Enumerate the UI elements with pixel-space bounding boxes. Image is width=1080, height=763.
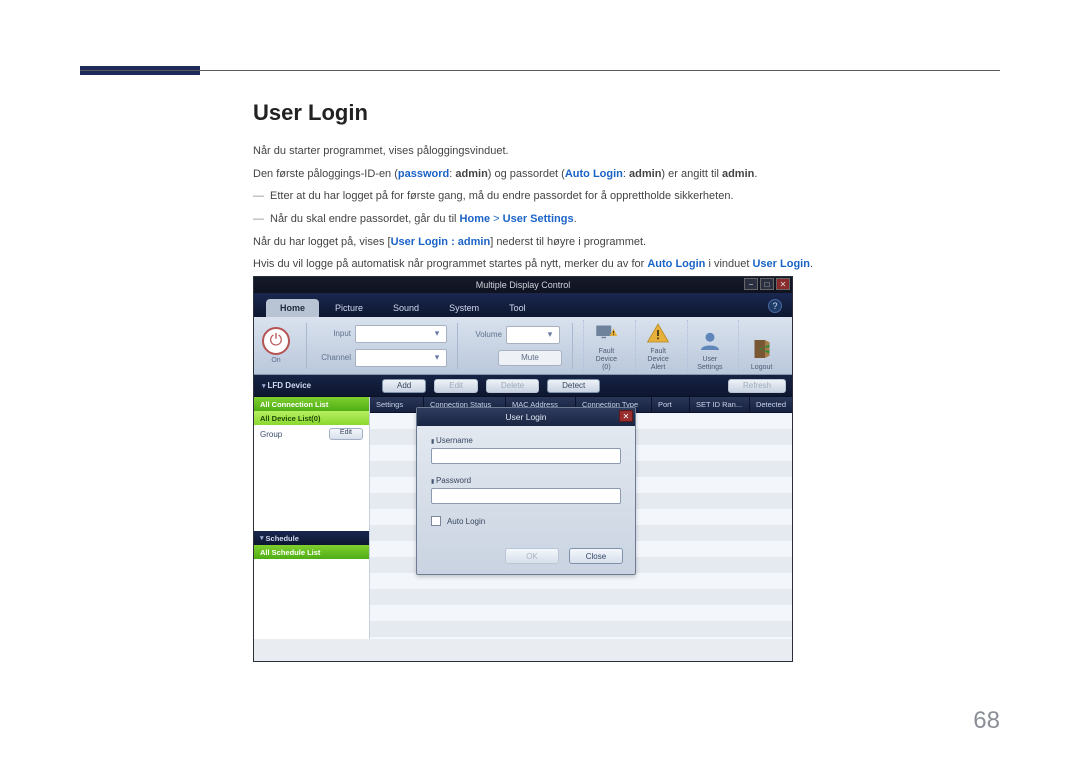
user-login-dialog: User Login ✕ Username Password <box>416 407 636 575</box>
input-label: Input <box>317 329 355 338</box>
lfd-device-header[interactable]: LFD Device <box>254 381 372 390</box>
username-input[interactable] <box>431 448 621 464</box>
power-icon[interactable]: ⏻ <box>262 327 290 355</box>
maximize-button[interactable]: □ <box>760 278 774 290</box>
monitor-warning-icon <box>593 320 619 346</box>
note-path: Når du skal endre passordet, går du til … <box>253 210 813 229</box>
app-screenshot: Multiple Display Control − □ ✕ Home Pict… <box>253 276 793 662</box>
sidebar-all-connection[interactable]: All Connection List <box>254 397 369 411</box>
mute-button[interactable]: Mute <box>498 350 562 366</box>
warning-icon <box>645 320 671 346</box>
power-label: On <box>271 357 280 364</box>
close-button[interactable]: ✕ <box>776 278 790 290</box>
door-icon <box>749 336 775 362</box>
th-detected[interactable]: Detected <box>750 397 792 412</box>
password-label: Password <box>431 476 621 485</box>
help-button[interactable]: ? <box>768 299 782 313</box>
user-icon <box>697 328 723 354</box>
dialog-title: User Login ✕ <box>417 408 635 426</box>
app-title: Multiple Display Control <box>476 280 571 290</box>
username-label: Username <box>431 436 621 445</box>
th-setid[interactable]: SET ID Ran... <box>690 397 750 412</box>
sidebar-schedule-header[interactable]: Schedule <box>254 531 369 545</box>
fault-alert-button[interactable]: Fault Device Alert <box>635 320 681 372</box>
page-title: User Login <box>253 100 813 126</box>
header-rule <box>80 70 1000 71</box>
para-autologin: Hvis du vil logge på automatisk når prog… <box>253 255 813 274</box>
edit-button[interactable]: Edit <box>434 379 478 393</box>
volume-label: Volume <box>468 330 506 339</box>
main-tabs: Home Picture Sound System Tool ? <box>254 293 792 317</box>
para-status: Når du har logget på, vises [User Login … <box>253 233 813 252</box>
fault-device-button[interactable]: Fault Device (0) <box>583 320 629 372</box>
volume-field[interactable]: ▾ <box>506 326 560 344</box>
app-titlebar: Multiple Display Control − □ ✕ <box>254 277 792 293</box>
add-button[interactable]: Add <box>382 379 426 393</box>
channel-label: Channel <box>317 353 355 362</box>
tab-picture[interactable]: Picture <box>321 299 377 317</box>
delete-button[interactable]: Delete <box>486 379 539 393</box>
group-edit-button[interactable]: Edit <box>329 428 363 440</box>
user-settings-button[interactable]: User Settings <box>687 320 733 372</box>
channel-select[interactable]: ▾ <box>355 349 447 367</box>
para-intro: Når du starter programmet, vises påloggi… <box>253 142 813 161</box>
auto-login-label: Auto Login <box>447 517 485 526</box>
sidebar: All Connection List All Device List(0) G… <box>254 397 370 639</box>
logout-button[interactable]: Logout <box>738 320 784 372</box>
tab-system[interactable]: System <box>435 299 493 317</box>
sidebar-all-schedule[interactable]: All Schedule List <box>254 545 369 559</box>
auto-login-checkbox[interactable] <box>431 516 441 526</box>
sidebar-group-label: Group <box>260 430 282 439</box>
sidebar-group-row: Group Edit <box>254 425 369 443</box>
input-select[interactable]: ▾ <box>355 325 447 343</box>
detect-button[interactable]: Detect <box>547 379 600 393</box>
data-table-area: Settings Connection Status MAC Address C… <box>370 397 792 639</box>
ribbon: ⏻ On Input ▾ Channel ▾ Volume ▾ <box>254 317 792 375</box>
tab-home[interactable]: Home <box>266 299 319 317</box>
device-toolbar: LFD Device Add Edit Delete Detect Refres… <box>254 375 792 397</box>
dialog-close-button[interactable]: ✕ <box>619 410 633 422</box>
sidebar-all-devices[interactable]: All Device List(0) <box>254 411 369 425</box>
password-input[interactable] <box>431 488 621 504</box>
th-port[interactable]: Port <box>652 397 690 412</box>
dialog-close-text-button[interactable]: Close <box>569 548 623 564</box>
minimize-button[interactable]: − <box>744 278 758 290</box>
para-defaults: Den første påloggings-ID-en (password: a… <box>253 165 813 184</box>
tab-tool[interactable]: Tool <box>495 299 540 317</box>
note-change-password: Etter at du har logget på for første gan… <box>253 187 813 206</box>
tab-sound[interactable]: Sound <box>379 299 433 317</box>
ok-button[interactable]: OK <box>505 548 559 564</box>
refresh-button[interactable]: Refresh <box>728 379 786 393</box>
page-number: 68 <box>973 707 1000 735</box>
